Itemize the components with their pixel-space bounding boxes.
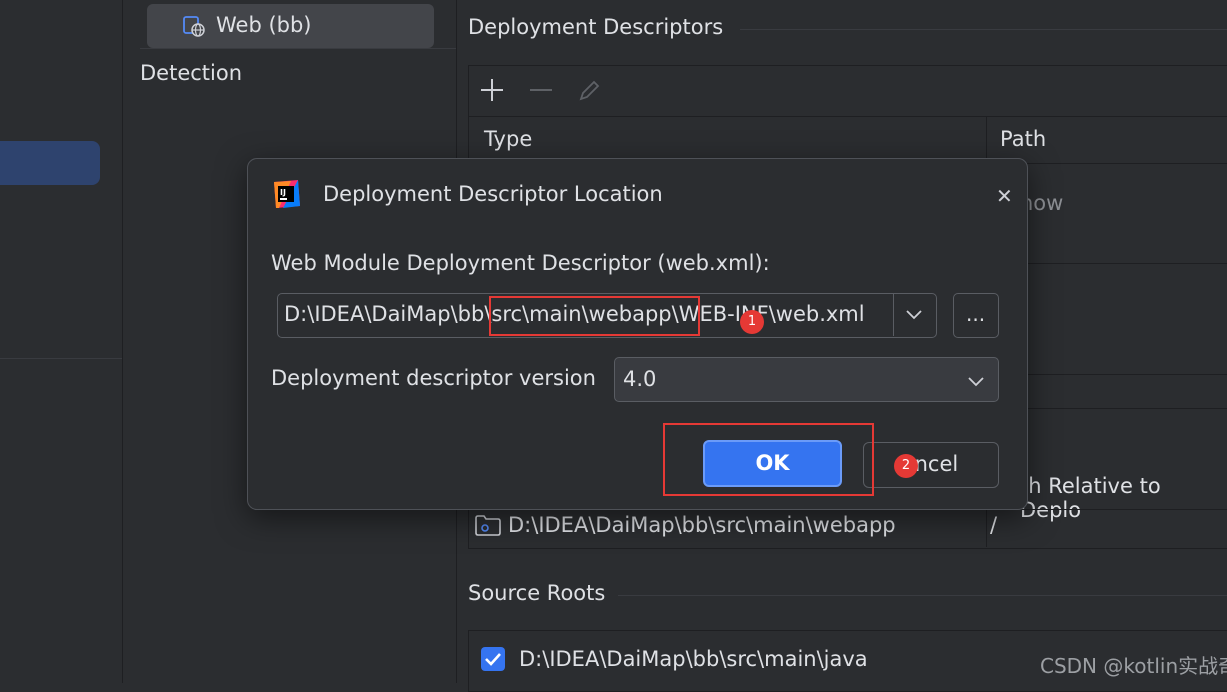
left-sidebar-divider [0, 358, 122, 359]
web-module-icon [183, 16, 205, 37]
cancel-button-label: ancel [901, 452, 959, 476]
column-separator [986, 116, 987, 162]
version-dropdown[interactable] [614, 357, 999, 402]
tree-node-detection[interactable]: Detection [140, 61, 242, 85]
version-label: Deployment descriptor version [271, 366, 596, 390]
source-roots-title: Source Roots [468, 581, 606, 605]
chevron-down-icon[interactable] [903, 303, 925, 325]
descriptor-toolbar [469, 66, 1227, 116]
tree-divider [140, 48, 456, 49]
annotation-highlight-ok [663, 423, 874, 496]
web-folder-icon [475, 515, 501, 536]
svg-text:IJ: IJ [280, 188, 286, 197]
watermark: CSDN @kotlin实战奇谈 [1040, 654, 1227, 678]
remove-icon[interactable] [528, 77, 554, 103]
section-divider [618, 595, 1227, 596]
add-icon[interactable] [479, 77, 505, 103]
column-header-path[interactable]: Path [1000, 127, 1046, 151]
column-separator [986, 510, 987, 547]
edit-pencil-icon[interactable] [577, 77, 603, 103]
source-root-path: D:\IDEA\DaiMap\bb\src\main\java [519, 647, 868, 671]
column-header-relative-path[interactable]: th Relative to Deplo [1020, 474, 1227, 522]
close-icon[interactable]: ✕ [996, 184, 1013, 208]
web-resource-directory-path[interactable]: D:\IDEA\DaiMap\bb\src\main\webapp [508, 513, 896, 537]
checkmark-icon [485, 653, 501, 666]
deployment-descriptors-title: Deployment Descriptors [468, 15, 724, 39]
annotation-badge-2: 2 [894, 454, 918, 478]
source-root-checkbox[interactable] [481, 647, 505, 671]
section-divider [740, 29, 1227, 30]
version-selected-value: 4.0 [623, 367, 657, 391]
chevron-down-icon[interactable] [965, 370, 987, 392]
table-header: Type Path [469, 116, 1227, 164]
left-sidebar [0, 0, 123, 683]
left-sidebar-selected-item[interactable] [0, 141, 100, 185]
browse-button-label: ... [966, 302, 986, 326]
web-resource-relative-path[interactable]: / [990, 513, 997, 537]
annotation-badge-1: 1 [740, 310, 764, 334]
tree-node-web-label: Web (bb) [216, 13, 312, 37]
dialog-title: Deployment Descriptor Location [323, 182, 663, 206]
intellij-idea-icon: IJ [274, 180, 300, 208]
annotation-highlight-path [489, 296, 700, 336]
combobox-separator [893, 294, 894, 336]
column-header-type[interactable]: Type [484, 127, 532, 151]
descriptor-path-label: Web Module Deployment Descriptor (web.xm… [271, 251, 770, 275]
